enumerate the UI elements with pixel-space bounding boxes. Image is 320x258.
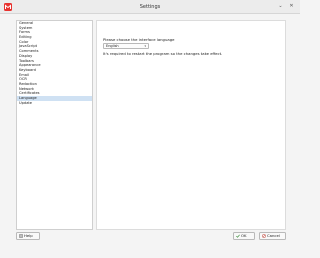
ok-button[interactable]: OK: [233, 232, 255, 240]
language-prompt-label: Please choose the interface language: [103, 37, 175, 42]
settings-category-list[interactable]: General System Forms Editing Color JavaS…: [16, 20, 93, 230]
cancel-icon: [262, 234, 266, 238]
help-button-label: Help: [24, 233, 33, 238]
help-button[interactable]: Help: [16, 232, 40, 240]
ok-button-label: OK: [241, 233, 247, 238]
language-settings-panel: Please choose the interface language Eng…: [96, 20, 286, 230]
help-icon: [19, 234, 23, 238]
window-title: Settings: [139, 4, 161, 10]
cancel-button-label: Cancel: [267, 233, 280, 238]
chevron-down-icon: ▾: [144, 43, 146, 48]
language-dropdown-value: English: [106, 43, 119, 48]
minimize-button[interactable]: ⌄: [277, 3, 284, 10]
title-bar: Settings ⌄ ✕: [0, 0, 300, 14]
sidebar-item-update[interactable]: Update: [17, 101, 92, 106]
cancel-button[interactable]: Cancel: [259, 232, 286, 240]
language-dropdown[interactable]: English ▾: [103, 42, 149, 49]
close-button[interactable]: ✕: [288, 3, 295, 10]
check-icon: [236, 234, 240, 238]
restart-note: It's required to restart the program so …: [103, 51, 223, 56]
